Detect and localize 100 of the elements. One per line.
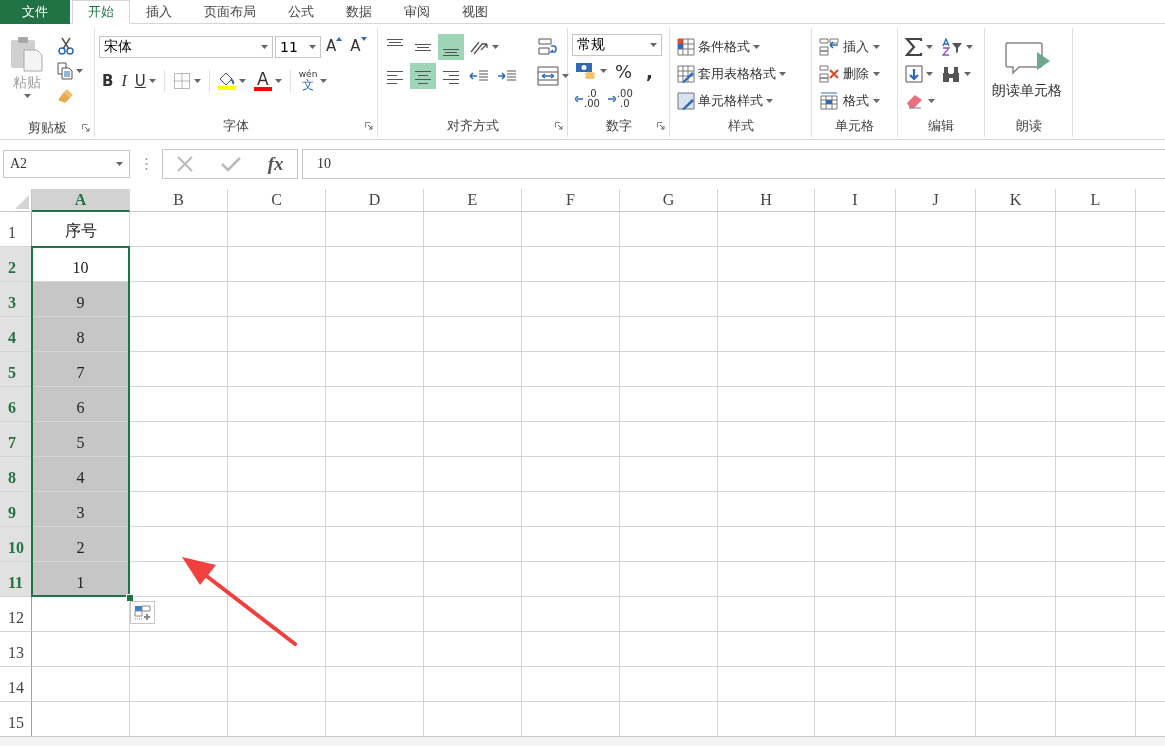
font-color-button[interactable]: A [250,69,285,93]
cell-styles-button[interactable]: 单元格样式 [674,89,776,113]
wrap-text-icon [537,37,557,57]
column-header[interactable]: J [896,189,976,212]
table-cell: 序号 [32,212,130,247]
font-size-field[interactable]: 11 [275,36,321,58]
cell-style-icon [677,92,695,110]
caret-icon [766,99,773,103]
increase-decimal-button[interactable]: .0 .00 [572,86,603,112]
caret-icon [650,43,657,47]
grow-font-button[interactable]: A [323,35,346,59]
caret-icon [873,45,880,49]
ribbon-tab[interactable]: 公式 [272,0,330,24]
check-icon[interactable] [221,156,242,172]
name-box[interactable]: A2 [3,150,130,178]
caret-icon [76,69,83,73]
dialog-launcher-icon[interactable] [365,122,373,130]
align-center-button[interactable] [410,63,436,89]
row-header[interactable]: 13 [0,632,32,667]
ribbon-tab[interactable]: 插入 [130,0,188,24]
column-header[interactable]: I [815,189,896,212]
caret-icon [23,94,31,98]
ribbon-tab[interactable]: 开始 [72,0,130,24]
paintbrush-icon [57,88,75,104]
ribbon-tab[interactable]: 视图 [446,0,504,24]
caret-icon [873,99,880,103]
autosum-button[interactable] [902,35,936,59]
column-header[interactable]: G [620,189,718,212]
column-header[interactable]: A [32,189,130,212]
caret-icon [873,72,880,76]
fill-handle[interactable] [126,594,134,602]
decrease-decimal-button[interactable]: .00 .0 [604,86,636,112]
percent-button[interactable]: % [612,59,636,83]
caret-icon [562,74,569,78]
left-arrow-icon [575,96,583,102]
merge-center-button[interactable] [534,64,572,88]
ribbon-tab[interactable]: 审阅 [388,0,446,24]
shrink-font-button[interactable]: A [347,35,370,59]
column-header[interactable]: K [976,189,1056,212]
column-header[interactable]: E [424,189,522,212]
group-label: 对齐方式 [446,117,499,135]
copy-button[interactable] [54,59,86,83]
conditional-format-button[interactable]: 条件格式 [674,35,763,59]
formula-field[interactable]: 10 [302,149,1165,179]
column-header[interactable]: D [326,189,424,212]
row-header[interactable]: 4 [0,317,32,352]
fill-down-icon [905,65,923,83]
row-header[interactable]: 11 [0,562,32,597]
row-header[interactable]: 14 [0,667,32,702]
caret-icon [926,45,933,49]
row-header[interactable]: 12 [0,597,32,632]
column-header[interactable]: B [130,189,228,212]
align-bottom-button[interactable] [438,34,464,60]
row-header[interactable]: 9 [0,492,32,527]
number-format-field[interactable]: 常规 [572,34,662,56]
format-as-table-button[interactable]: 套用表格格式 [674,62,789,86]
group-label: 剪贴板 [27,118,67,137]
eraser-icon [905,93,925,109]
quick-analysis-button[interactable] [130,601,155,624]
caret-icon [261,45,268,49]
group-label: 朗读 [1015,117,1042,135]
align-top-icon [387,38,403,46]
column-header[interactable]: F [522,189,620,212]
font-name-field[interactable]: 宋体 [99,36,273,58]
dialog-launcher-icon[interactable] [82,123,90,132]
ribbon-tab[interactable]: 数据 [330,0,388,24]
row-header[interactable]: 3 [0,282,32,317]
delete-cells-icon [819,65,839,83]
phonetic-guide-button[interactable]: wén 文 [295,69,331,93]
table-style-icon [677,65,695,83]
italic-button[interactable]: I [118,69,130,93]
format-cells-icon [819,92,839,110]
row-header[interactable]: 10 [0,527,32,562]
underline-button[interactable]: U [131,69,159,93]
dialog-launcher-icon[interactable] [657,122,665,130]
column-header[interactable]: C [228,189,326,212]
bold-button[interactable]: B [99,69,117,93]
row-header[interactable]: 5 [0,352,32,387]
row-header[interactable]: 8 [0,457,32,492]
insert-cells-button[interactable]: 插入 [816,35,883,59]
table-cell: 9 [32,282,130,317]
group-label: 字体 [223,117,249,135]
format-cells-button[interactable]: 格式 [816,89,883,113]
table-cell: 5 [32,422,130,457]
delete-cells-button[interactable]: 删除 [816,62,883,86]
ribbon-tab[interactable]: 页面布局 [188,0,272,24]
row-header[interactable]: 6 [0,387,32,422]
dialog-launcher-icon[interactable] [555,122,563,130]
comma-style-button[interactable]: , [643,59,656,83]
read-cells-button[interactable]: 朗读单元格 [989,38,1065,104]
group-label: 编辑 [928,117,954,135]
fill-button[interactable] [902,62,936,86]
table-cell: 4 [32,457,130,492]
insert-cells-icon [819,38,839,56]
row-header[interactable]: 7 [0,422,32,457]
insert-function-button[interactable]: fx [267,153,284,175]
row-header[interactable]: 2 [0,247,32,282]
column-header[interactable]: H [718,189,815,212]
file-tab[interactable]: 文件 [0,0,70,24]
column-header[interactable]: L [1056,189,1136,212]
